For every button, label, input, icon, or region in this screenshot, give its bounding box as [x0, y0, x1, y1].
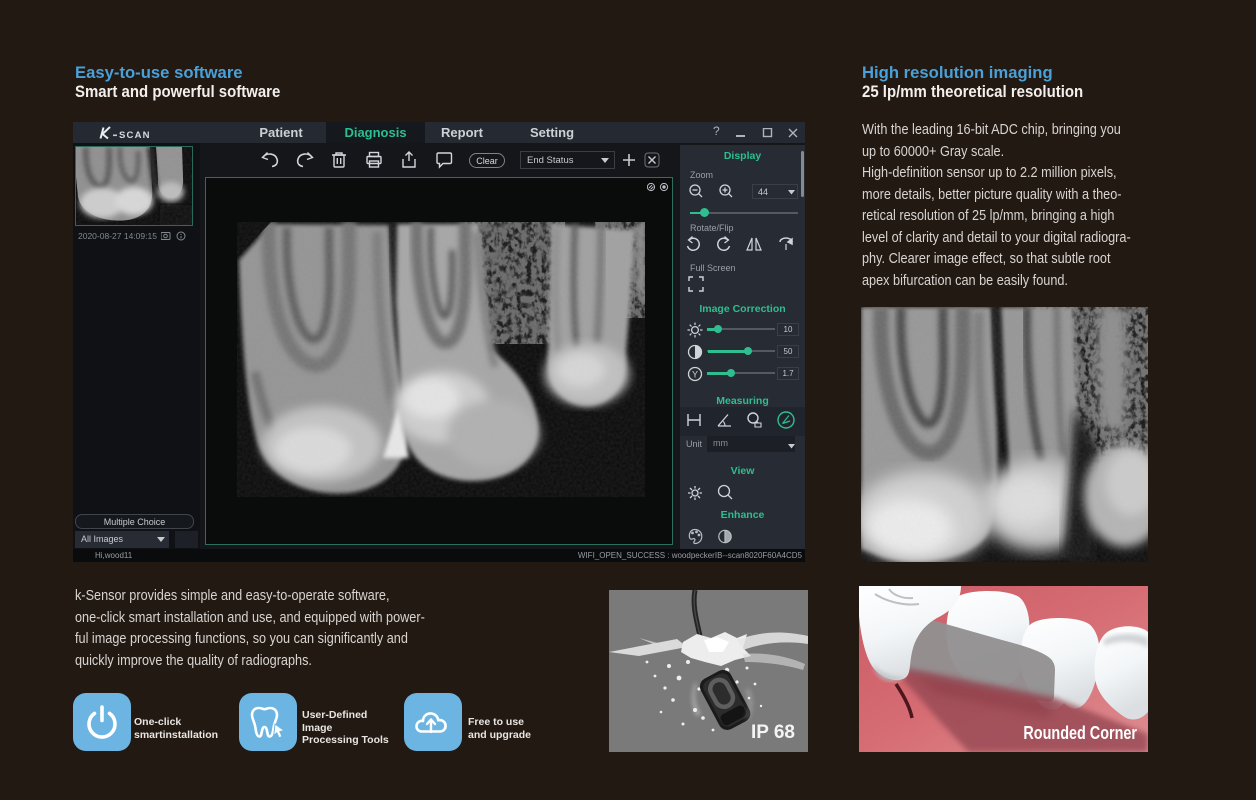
svg-text:SCAN: SCAN [119, 130, 151, 140]
svg-text:Y: Y [692, 370, 698, 380]
